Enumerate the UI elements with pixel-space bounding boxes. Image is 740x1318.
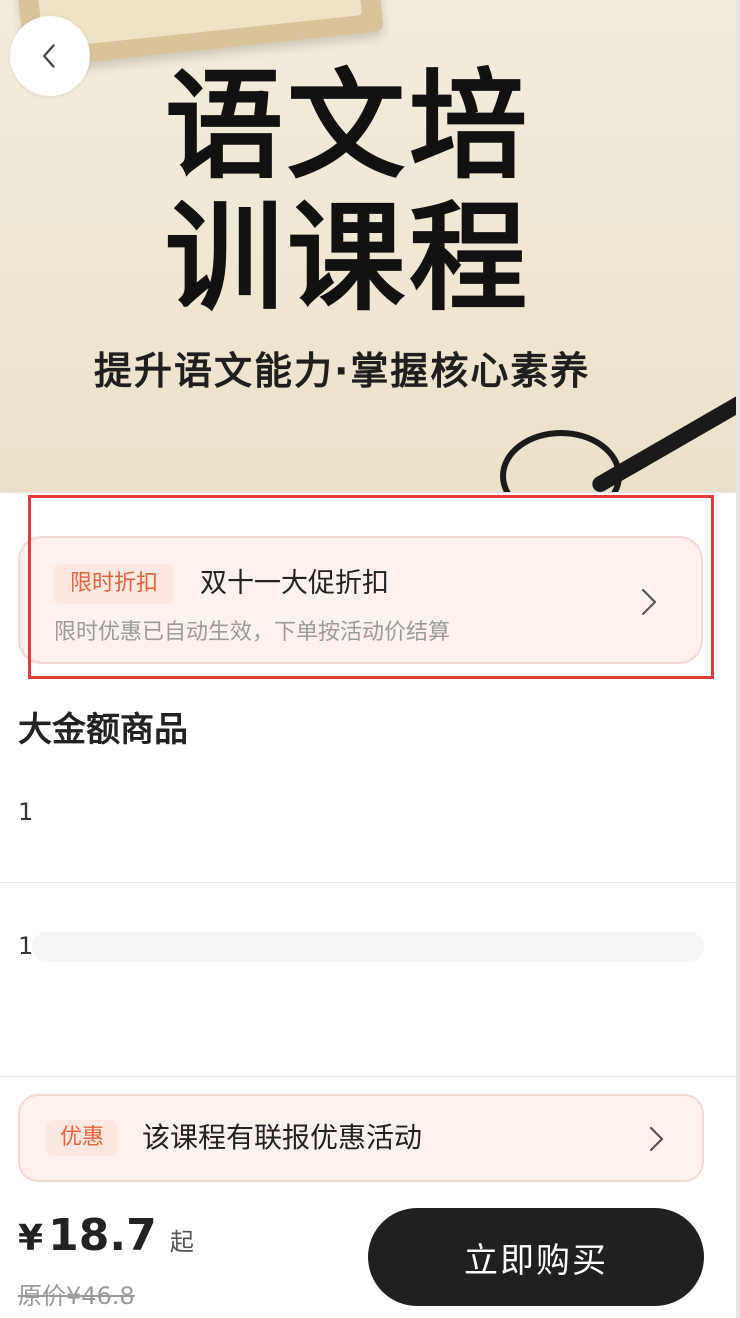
price-value: 18.7: [48, 1210, 157, 1261]
bundle-text: 该课程有联报优惠活动: [142, 1121, 423, 1154]
back-button[interactable]: [10, 16, 90, 96]
banner-title: 语文培训课程: [165, 56, 532, 327]
bundle-offer-card[interactable]: 优惠 该课程有联报优惠活动: [18, 1094, 704, 1182]
product-line-1: 1: [18, 798, 34, 826]
divider: [0, 492, 740, 493]
divider: [0, 882, 740, 883]
course-banner: 语文培训课程 提升语文能力·掌握核心素养: [0, 0, 740, 492]
chevron-left-icon: [43, 44, 55, 68]
banner-subtitle: 提升语文能力·掌握核心素养: [94, 349, 591, 393]
scrollbar-track: [736, 0, 740, 1318]
divider: [0, 1076, 740, 1077]
buy-now-button[interactable]: 立即购买: [368, 1208, 704, 1306]
price-suffix: 起: [169, 1228, 194, 1256]
product-title: 大金额商品: [18, 710, 188, 750]
highlight-box: [28, 495, 714, 679]
loading-placeholder: [32, 932, 704, 962]
chevron-right-icon: [649, 1126, 664, 1152]
price: ¥ 18.7 起: [18, 1210, 194, 1270]
currency-symbol: ¥: [18, 1218, 44, 1259]
pen-decoration: [589, 381, 740, 492]
product-line-2: 1: [18, 932, 34, 960]
original-price: 原价¥46.8: [18, 1282, 135, 1310]
bundle-tag: 优惠: [46, 1120, 119, 1156]
